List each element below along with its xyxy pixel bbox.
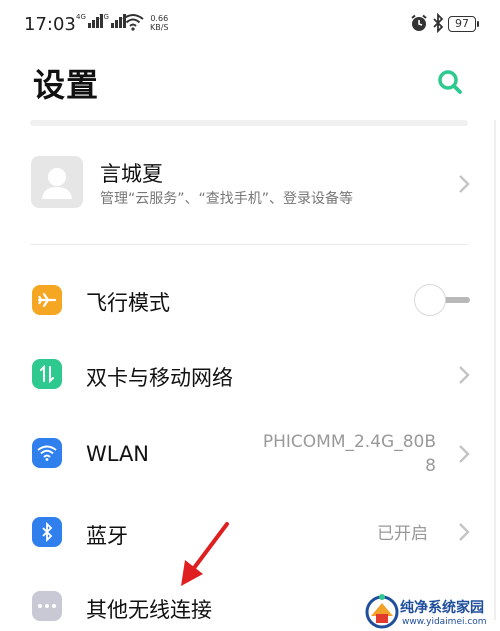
network-speed: 0.66 KB/S (150, 14, 169, 32)
row-label: WLAN (86, 442, 150, 466)
alarm-icon (411, 14, 427, 31)
account-name: 言城夏 (100, 162, 163, 186)
chevron-right-icon (459, 366, 470, 384)
settings-row-airplane-mode[interactable]: 飞行模式 (0, 265, 492, 335)
row-label: 双卡与移动网络 (86, 366, 233, 390)
settings-row-bluetooth[interactable]: 蓝牙 已开启 (0, 498, 492, 568)
bluetooth-icon (32, 517, 62, 547)
chevron-right-icon (459, 445, 470, 463)
bluetooth-status-icon (433, 13, 444, 33)
watermark-url: www.yidaimei.com (402, 617, 487, 627)
watermark-text: 纯净系统家园 (400, 600, 484, 616)
row-label: 蓝牙 (86, 524, 128, 548)
row-label: 其他无线连接 (86, 598, 212, 622)
airplane-mode-toggle[interactable] (412, 282, 470, 318)
chevron-right-icon (459, 523, 470, 541)
chevron-right-icon (459, 175, 470, 193)
battery-icon: 97 (448, 16, 479, 32)
avatar (31, 156, 83, 208)
search-icon[interactable] (434, 66, 466, 98)
settings-row-wlan[interactable]: WLAN PHICOMM_2.4G_80B 8 (0, 420, 492, 490)
header-divider (30, 120, 468, 126)
divider (30, 244, 468, 245)
status-time: 17:03 (24, 14, 76, 35)
page-title: 设置 (33, 66, 100, 104)
scrollbar[interactable] (494, 120, 496, 620)
dual-sim-icon (32, 359, 62, 389)
bluetooth-status: 已开启 (377, 524, 428, 544)
airplane-icon (32, 285, 62, 315)
settings-row-dual-sim[interactable]: 双卡与移动网络 (0, 340, 492, 410)
wlan-network-name: PHICOMM_2.4G_80B 8 (262, 432, 436, 476)
wifi-icon (32, 438, 62, 468)
user-icon (42, 168, 72, 199)
account-card[interactable]: 言城夏 管理“云服务”、“查找手机”、登录设备等 (0, 140, 492, 230)
annotation-arrow-icon (181, 522, 229, 586)
account-subtitle: 管理“云服务”、“查找手机”、登录设备等 (100, 191, 354, 207)
status-bar: 17:03 4G 2G 0.66 KB/S 97 (0, 0, 500, 48)
row-label: 飞行模式 (86, 291, 170, 315)
more-dots-icon (32, 591, 62, 621)
wifi-status-icon (122, 14, 144, 31)
